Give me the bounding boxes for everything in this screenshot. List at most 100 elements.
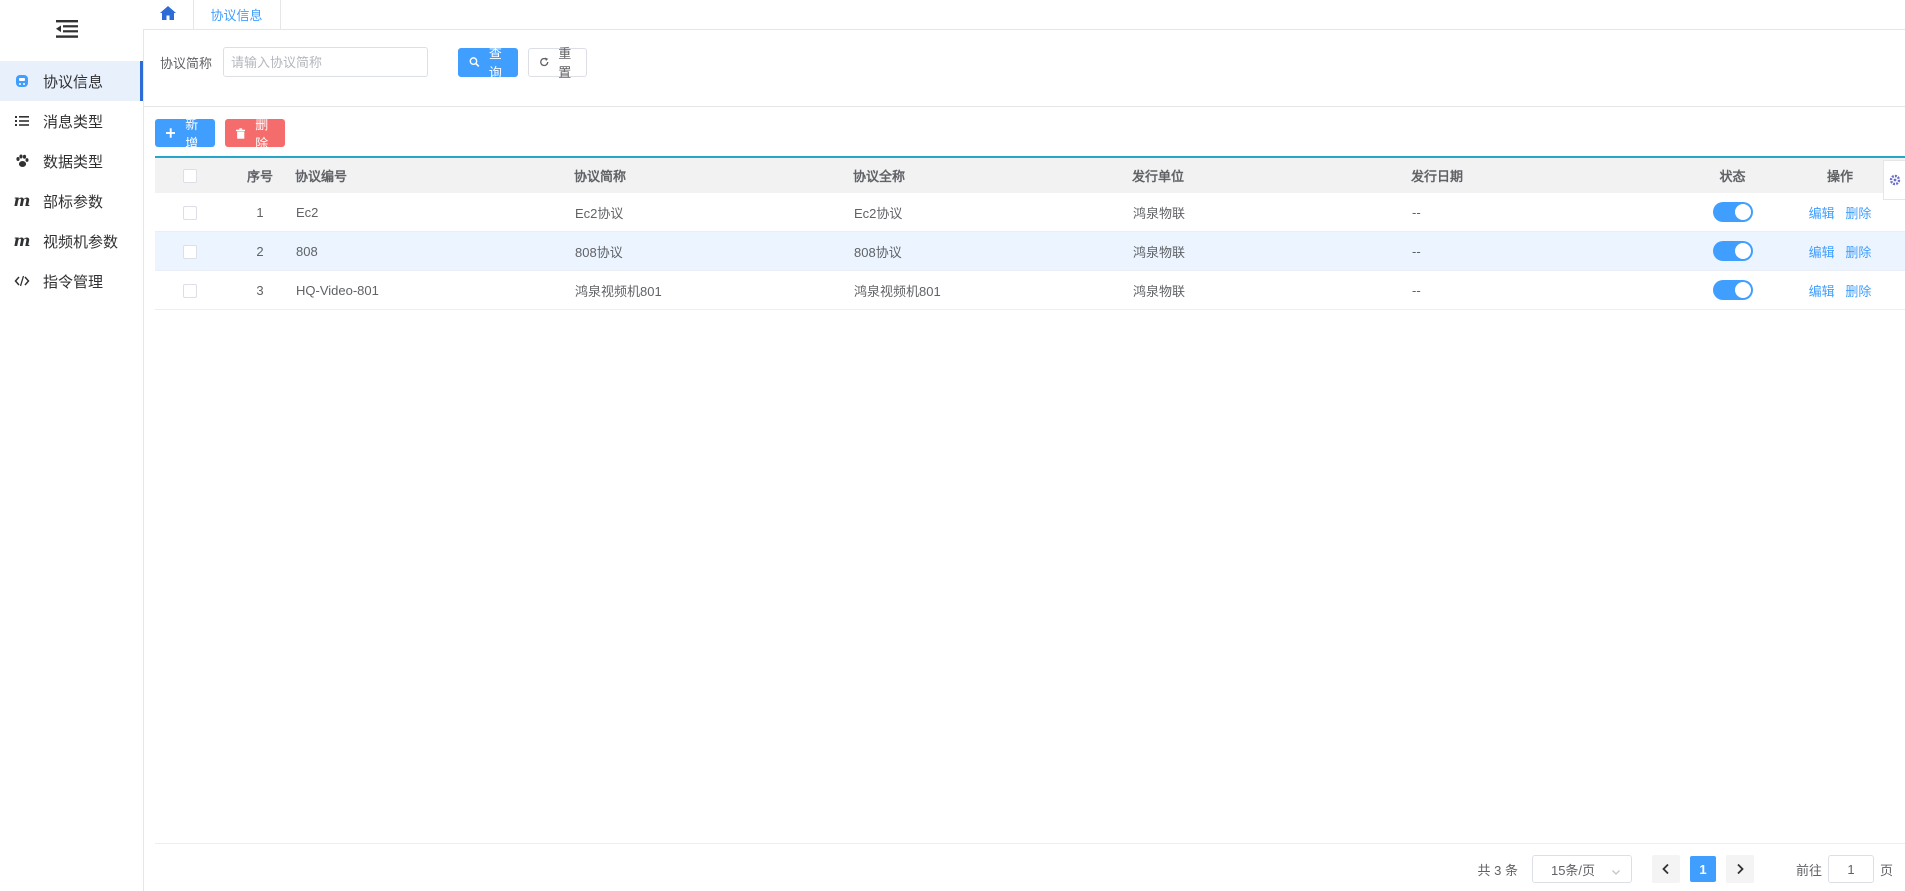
add-button-label: 新增	[185, 117, 199, 151]
plus-icon	[166, 128, 176, 138]
cell-short-name: 808协议	[574, 231, 853, 271]
sidebar-item-standard-params[interactable]: m 部标参数	[0, 181, 143, 221]
code-icon	[14, 273, 30, 289]
table-row: 3 HQ-Video-801 鸿泉视频机801 鸿泉视频机801 鸿泉物联 --…	[155, 270, 1905, 310]
cell-issue-date: --	[1411, 270, 1690, 310]
cell-short-name: Ec2协议	[574, 193, 853, 232]
goto-label: 前往	[1795, 862, 1822, 878]
header-select-all[interactable]	[155, 158, 225, 193]
cell-full-name: 鸿泉视频机801	[853, 270, 1132, 310]
cell-index: 2	[225, 231, 295, 271]
delete-button[interactable]: 删除	[225, 117, 285, 151]
sidebar-item-data-type[interactable]: 数据类型	[0, 141, 143, 181]
header-code: 协议编号	[295, 158, 574, 193]
pagination: 共 3 条 15条/页 1 前往 页	[1478, 855, 1905, 883]
table-row: 2 808 808协议 808协议 鸿泉物联 -- 编辑 删除	[155, 231, 1905, 271]
menu-collapse-icon[interactable]	[53, 17, 81, 41]
home-icon	[159, 5, 177, 24]
tab-protocol-info[interactable]: 协议信息	[193, 0, 281, 29]
add-button[interactable]: 新增	[155, 117, 215, 151]
search-label: 协议简称	[160, 55, 213, 71]
chevron-right-icon	[1737, 863, 1744, 875]
cell-issuer: 鸿泉物联	[1132, 231, 1411, 271]
row-checkbox[interactable]	[183, 283, 197, 298]
sidebar-item-message-type[interactable]: 消息类型	[0, 101, 143, 141]
gear-icon	[1889, 174, 1900, 186]
search-icon	[469, 57, 480, 68]
prev-page-button[interactable]	[1651, 855, 1680, 883]
cell-issuer: 鸿泉物联	[1132, 270, 1411, 310]
cell-short-name: 鸿泉视频机801	[574, 270, 853, 310]
next-page-button[interactable]	[1725, 855, 1754, 883]
sidebar-item-command-management[interactable]: 指令管理	[0, 261, 143, 301]
row-checkbox[interactable]	[183, 244, 197, 259]
trash-icon	[236, 127, 246, 139]
sidebar-item-protocol-info[interactable]: 协议信息	[0, 61, 143, 101]
sidebar-item-video-params[interactable]: m 视频机参数	[0, 221, 143, 261]
sidebar-item-label: 协议信息	[43, 73, 104, 91]
sidebar-item-label: 指令管理	[43, 273, 104, 291]
m-icon: m	[13, 191, 31, 210]
goto-page-input[interactable]	[1827, 855, 1874, 883]
select-all-checkbox[interactable]	[183, 169, 197, 184]
cell-issuer: 鸿泉物联	[1132, 193, 1411, 232]
paw-icon	[14, 153, 30, 169]
header-short-name: 协议简称	[574, 158, 853, 193]
cell-full-name: Ec2协议	[853, 193, 1132, 232]
table-row: 1 Ec2 Ec2协议 Ec2协议 鸿泉物联 -- 编辑 删除	[155, 193, 1905, 232]
cell-index: 1	[225, 193, 295, 232]
edit-link[interactable]: 编辑	[1809, 284, 1835, 299]
delete-link[interactable]: 删除	[1845, 284, 1871, 299]
protocol-icon	[14, 73, 30, 89]
section-divider	[143, 106, 1905, 107]
table-toolbar: 新增 删除	[155, 117, 285, 151]
edit-link[interactable]: 编辑	[1809, 245, 1835, 260]
search-form: 协议简称 查询 重置	[160, 46, 588, 80]
pagination-total: 共 3 条	[1477, 862, 1518, 878]
page-size-value: 15条/页	[1550, 862, 1596, 878]
query-button[interactable]: 查询	[458, 46, 519, 80]
sidebar-nav: 协议信息 消息类型 数据类型 m 部标参数 m 视频机参数 指令管理	[0, 61, 143, 301]
delete-link[interactable]: 删除	[1845, 206, 1871, 221]
status-toggle[interactable]	[1712, 280, 1753, 300]
query-button-label: 查询	[488, 46, 502, 80]
tab-bar: 协议信息	[143, 0, 1905, 30]
table-header-row: 序号 协议编号 协议简称 协议全称 发行单位 发行日期 状态 操作	[155, 158, 1905, 193]
delete-link[interactable]: 删除	[1845, 245, 1871, 260]
protocol-table: 序号 协议编号 协议简称 协议全称 发行单位 发行日期 状态 操作 1 Ec2 …	[155, 156, 1905, 310]
sidebar-item-label: 消息类型	[43, 113, 104, 131]
m-icon: m	[13, 231, 31, 250]
page-number-current[interactable]: 1	[1689, 856, 1716, 882]
status-toggle[interactable]	[1712, 202, 1753, 222]
cell-full-name: 808协议	[853, 231, 1132, 271]
reset-button[interactable]: 重置	[528, 46, 588, 80]
cell-issue-date: --	[1411, 193, 1690, 232]
sidebar-item-label: 部标参数	[43, 193, 104, 211]
header-status: 状态	[1690, 158, 1775, 193]
chevron-left-icon	[1662, 863, 1669, 875]
cell-issue-date: --	[1411, 231, 1690, 271]
sidebar: 协议信息 消息类型 数据类型 m 部标参数 m 视频机参数 指令管理	[0, 0, 144, 891]
column-settings-button[interactable]	[1883, 160, 1905, 200]
cell-code: HQ-Video-801	[295, 270, 574, 310]
sidebar-item-label: 视频机参数	[43, 233, 119, 251]
header-issue-date: 发行日期	[1411, 158, 1690, 193]
cell-index: 3	[225, 270, 295, 310]
header-issuer: 发行单位	[1132, 158, 1411, 193]
cell-code: 808	[295, 231, 574, 271]
status-toggle[interactable]	[1712, 241, 1753, 261]
cell-code: Ec2	[295, 193, 574, 232]
refresh-icon	[540, 57, 549, 67]
sidebar-item-label: 数据类型	[43, 153, 104, 171]
home-tab[interactable]	[143, 0, 194, 29]
pagination-divider	[155, 843, 1905, 844]
edit-link[interactable]: 编辑	[1809, 206, 1835, 221]
header-index: 序号	[225, 158, 295, 193]
delete-button-label: 删除	[255, 117, 269, 151]
chevron-down-icon	[1611, 865, 1621, 880]
search-input[interactable]	[223, 47, 429, 77]
header-full-name: 协议全称	[853, 158, 1132, 193]
page-size-select[interactable]: 15条/页	[1531, 855, 1632, 883]
row-checkbox[interactable]	[183, 205, 197, 220]
reset-button-label: 重置	[558, 46, 572, 80]
